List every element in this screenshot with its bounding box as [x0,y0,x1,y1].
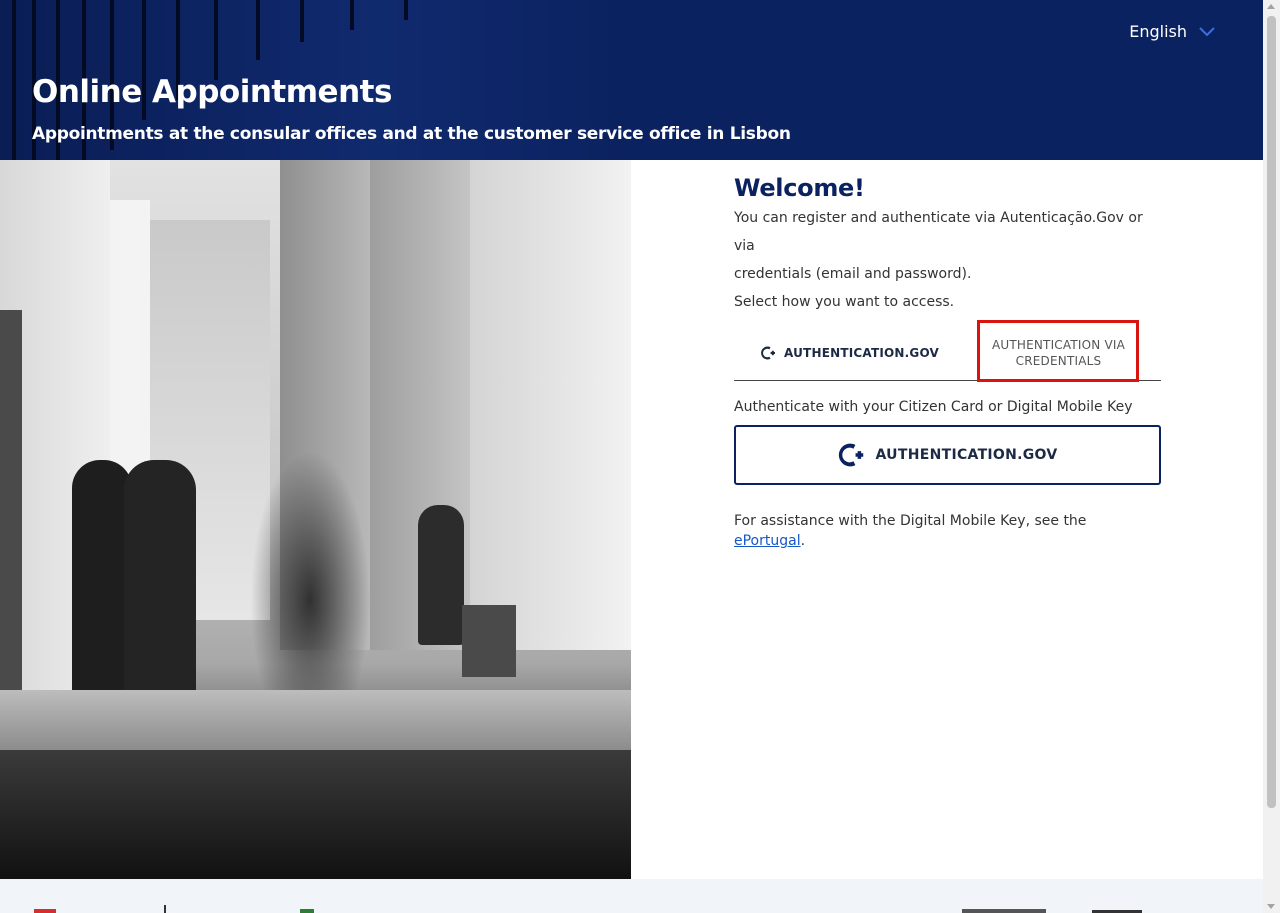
page-scrollbar[interactable] [1263,0,1280,913]
tab-credentials-label-line-1: AUTHENTICATION VIA [991,338,1126,352]
footer-logo-left-2 [164,905,166,913]
intro-line-3: Select how you want to access. [734,294,955,310]
tab-credentials-label-line-2: CREDENTIALS [1015,354,1102,368]
autenticacao-gov-icon [839,443,864,467]
chevron-down-icon [1199,26,1215,36]
intro-text: You can register and authenticate via Au… [734,204,1161,316]
auth-tabs: AUTHENTICATION.GOV AUTHENTICATION VIA CR… [734,320,1161,382]
tab-authentication-gov[interactable]: AUTHENTICATION.GOV [734,326,940,380]
page-title: Online Appointments [32,74,392,110]
welcome-heading: Welcome! [734,174,865,202]
footer [0,879,1263,913]
language-label: English [1129,22,1187,41]
autenticacao-gov-icon [761,346,775,360]
scroll-up-arrow-icon[interactable] [1267,4,1275,9]
authentication-gov-button-label: AUTHENTICATION.GOV [875,447,1058,463]
header-banner: English Online Appointments Appointments… [0,0,1263,160]
scrollbar-thumb[interactable] [1267,16,1276,808]
tab-authentication-gov-label: AUTHENTICATION.GOV [784,346,940,360]
assistance-text-body: For assistance with the Digital Mobile K… [734,513,1087,529]
page: English Online Appointments Appointments… [0,0,1280,913]
eportugal-link[interactable]: ePortugal [734,533,801,549]
intro-line-1: You can register and authenticate via Au… [734,210,1143,254]
assistance-text: For assistance with the Digital Mobile K… [734,511,1161,551]
auth-hint: Authenticate with your Citizen Card or D… [734,399,1133,415]
footer-logo-right [962,909,1046,913]
page-subtitle: Appointments at the consular offices and… [32,124,791,144]
authentication-gov-button[interactable]: AUTHENTICATION.GOV [734,425,1161,485]
footer-logo-left [34,909,56,913]
language-selector[interactable]: English [1129,22,1215,41]
login-panel: Welcome! You can register and authentica… [734,172,1161,551]
assistance-text-end: . [800,533,806,549]
intro-line-2: credentials (email and password). [734,266,972,282]
footer-logo-left-3 [300,909,314,913]
hero-photo [0,160,631,879]
tab-authentication-credentials[interactable]: AUTHENTICATION VIA CREDENTIALS [956,326,1161,380]
scroll-down-arrow-icon[interactable] [1267,904,1275,909]
